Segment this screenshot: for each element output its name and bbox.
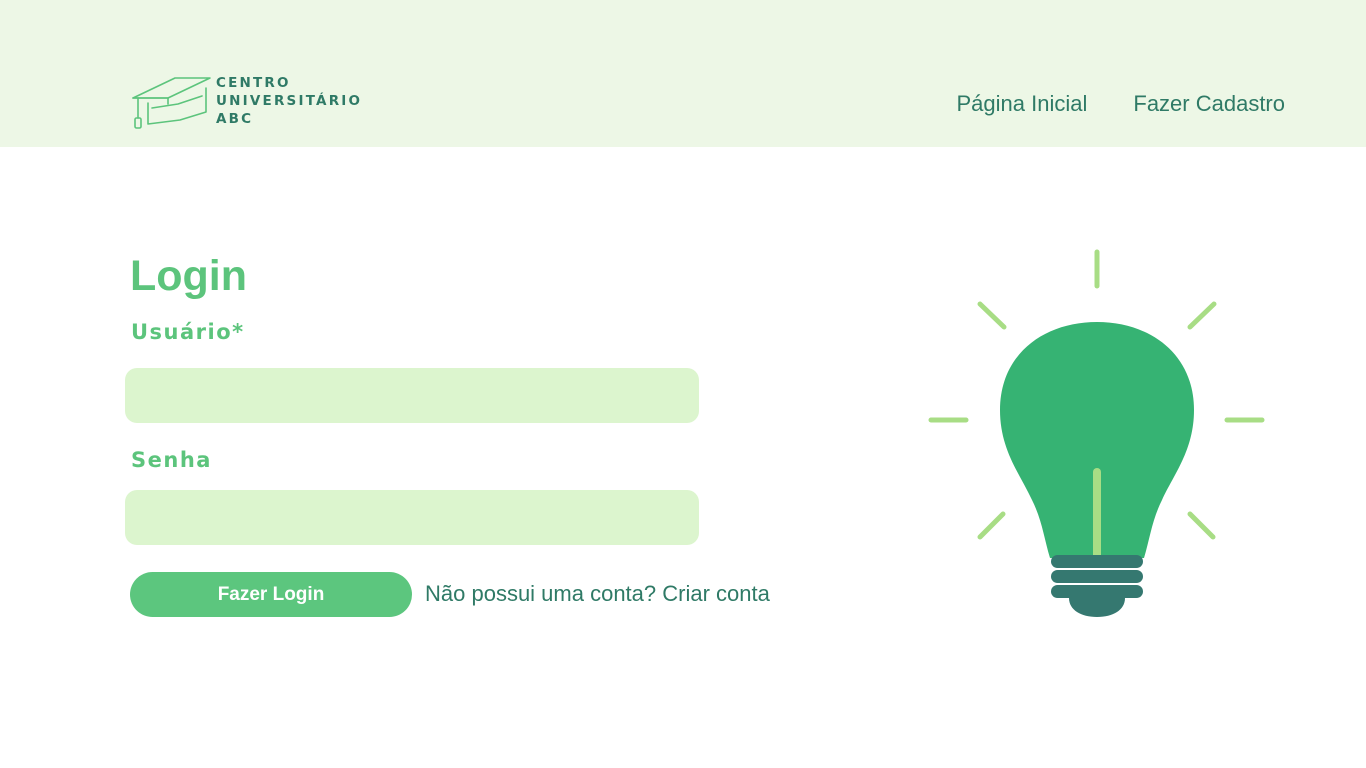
login-button[interactable]: Fazer Login [130,572,412,617]
create-account-link[interactable]: Criar conta [662,581,770,606]
password-field[interactable] [125,490,699,545]
logo-line-3: ABC [216,111,254,127]
bulb-base [1051,555,1143,617]
nav-link-home[interactable]: Página Inicial [957,90,1088,118]
logo[interactable]: CENTRO UNIVERSITÁRIO ABC [130,74,375,132]
signup-prompt-line: Não possui uma conta? Criar conta [425,580,770,608]
logo-line-2: UNIVERSITÁRIO [216,93,363,109]
graduation-cap-icon [132,77,211,129]
password-label: Senha [131,448,212,472]
username-field[interactable] [125,368,699,423]
page-title: Login [130,252,248,300]
logo-line-1: CENTRO [216,75,291,91]
username-label: Usuário* [131,320,245,344]
main-nav: Página Inicial Fazer Cadastro [957,90,1286,118]
signup-prompt-text: Não possui uma conta? [425,581,657,606]
site-header: CENTRO UNIVERSITÁRIO ABC Página Inicial … [0,0,1366,147]
lightbulb-icon [928,249,1265,617]
nav-link-register[interactable]: Fazer Cadastro [1133,90,1285,118]
logo-text: CENTRO UNIVERSITÁRIO ABC [216,74,362,128]
